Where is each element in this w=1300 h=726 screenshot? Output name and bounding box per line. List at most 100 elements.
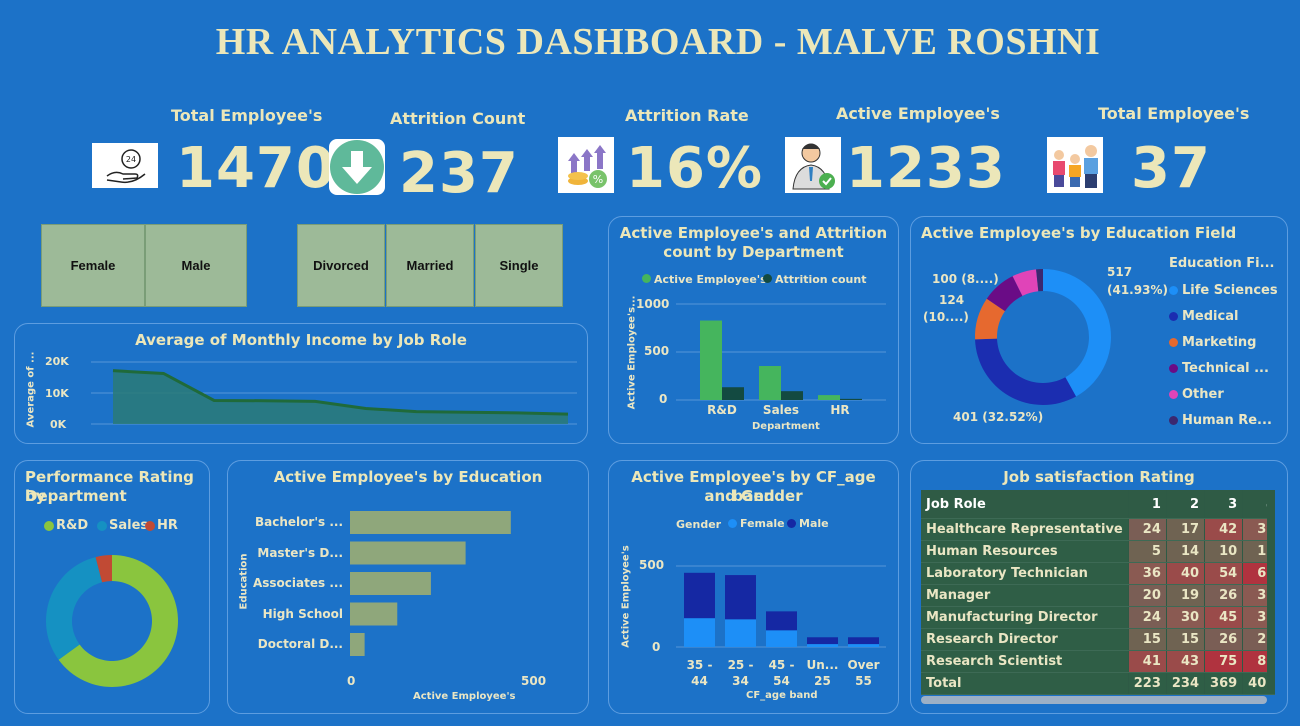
rating-cell: 5 bbox=[1128, 540, 1167, 563]
legend-attrition-dot bbox=[763, 274, 772, 283]
rating-cell: 223 bbox=[1128, 672, 1167, 695]
legend-dot bbox=[1169, 311, 1178, 321]
legend-label: Marketing bbox=[1182, 334, 1257, 350]
legend-active-dot bbox=[642, 274, 651, 283]
education-bar-3 bbox=[350, 602, 398, 626]
dept-category-label: HR bbox=[830, 403, 849, 417]
vertical-scrollbar[interactable] bbox=[1267, 490, 1275, 690]
legend-label: Technical ... bbox=[1182, 360, 1269, 376]
rating-cell: 36 bbox=[1128, 562, 1167, 585]
job-role-cell: Research Director bbox=[921, 628, 1129, 651]
age-bar-female-1 bbox=[725, 619, 756, 647]
dept-bar-active-1 bbox=[759, 366, 781, 400]
education-category-label: Bachelor's ... bbox=[255, 515, 343, 529]
percent-growth-icon: % bbox=[558, 137, 614, 193]
job-role-cell: Research Scientist bbox=[921, 650, 1129, 673]
employee-check-icon bbox=[785, 137, 841, 193]
kpi-label-active-employees: Active Employee's bbox=[836, 104, 1000, 123]
age-bar-female-2 bbox=[766, 630, 797, 647]
horizontal-scrollbar[interactable] bbox=[921, 696, 1267, 704]
legend-active-label: Active Employee's bbox=[654, 273, 767, 286]
age-chart-ylabel: Active Employee's bbox=[620, 545, 632, 648]
education-chart-panel: Active Employee's by Education Education… bbox=[227, 460, 589, 714]
legend-dot bbox=[1169, 389, 1178, 399]
page-title: HR ANALYTICS DASHBOARD - MALVE ROSHNI bbox=[215, 21, 1101, 63]
legend-label: Medical bbox=[1182, 308, 1239, 324]
table-row: Research Scientist414375862 bbox=[921, 650, 1275, 673]
rating-cell: 24 bbox=[1128, 606, 1167, 629]
job-sat-table-wrap: Job Role1234To Healthcare Representative… bbox=[921, 490, 1275, 695]
rating-cell: 15 bbox=[1128, 628, 1167, 651]
age-legend-female: Female bbox=[740, 517, 785, 530]
income-chart-ylabel: Average of ... bbox=[25, 351, 37, 428]
income-ytick-0k: 0K bbox=[50, 418, 67, 431]
down-arrow-icon bbox=[329, 139, 385, 195]
kpi-value-total-employees-2: 37 bbox=[1131, 136, 1211, 201]
edu-field-label-c1: 124 bbox=[939, 293, 965, 307]
rating-cell: 45 bbox=[1204, 606, 1244, 629]
slicer-female[interactable]: Female bbox=[41, 224, 145, 307]
perf-legend-sales-dot bbox=[97, 521, 107, 531]
rating-cell: 40 bbox=[1166, 562, 1206, 585]
education-bar-0 bbox=[350, 511, 511, 534]
age-chart-xlabel: CF_age band bbox=[746, 690, 818, 701]
dept-bar-chart: R&D Sales HR bbox=[676, 303, 886, 417]
rating-cell: 54 bbox=[1204, 562, 1244, 585]
table-row: Healthcare Representative241742391 bbox=[921, 518, 1275, 541]
people-icon bbox=[1047, 137, 1103, 193]
legend-dot bbox=[1169, 415, 1178, 425]
kpi-value-total-employees: 1470 bbox=[176, 136, 336, 201]
slicer-male[interactable]: Male bbox=[145, 224, 247, 307]
edu-field-label-b: 401 (32.52%) bbox=[953, 410, 1044, 424]
rating-cell: 42 bbox=[1204, 518, 1244, 541]
table-total-row: Total22323436940712 bbox=[921, 672, 1275, 695]
legend-dot bbox=[1169, 337, 1178, 347]
legend-label: Life Sciences bbox=[1182, 282, 1278, 298]
age-bar-male-0 bbox=[684, 572, 715, 619]
age-legend-female-dot bbox=[728, 519, 737, 528]
column-header-rating[interactable]: 3 bbox=[1204, 490, 1244, 519]
slicer-single[interactable]: Single bbox=[475, 224, 563, 307]
slicer-married[interactable]: Married bbox=[386, 224, 474, 307]
legend-label: Human Re... bbox=[1182, 412, 1272, 428]
income-ytick-20k: 20K bbox=[45, 355, 69, 368]
rating-cell: 15 bbox=[1166, 628, 1206, 651]
age-category-label: Over 55 bbox=[847, 658, 880, 688]
education-xtick-0: 0 bbox=[347, 674, 356, 688]
rating-cell: 26 bbox=[1204, 628, 1244, 651]
perf-chart-panel: Performance Rating by Department R&D Sal… bbox=[14, 460, 210, 714]
column-header-rating[interactable]: 2 bbox=[1166, 490, 1206, 519]
slicer-divorced[interactable]: Divorced bbox=[297, 224, 385, 307]
age-chart-panel: Active Employee's by CF_age band and Gen… bbox=[608, 460, 899, 714]
legend-dot bbox=[1169, 285, 1178, 295]
dept-chart-title-1: Active Employee's and Attrition bbox=[619, 224, 888, 242]
perf-legend-sales: Sales bbox=[109, 518, 149, 533]
dept-chart-title-2: count by Department bbox=[663, 243, 844, 261]
table-row: Human Resources5141011 bbox=[921, 540, 1275, 563]
age-ytick-500: 500 bbox=[639, 558, 665, 572]
job-role-cell: Total bbox=[921, 672, 1129, 695]
perf-slice-1 bbox=[45, 557, 103, 660]
age-bar-male-3 bbox=[807, 637, 838, 645]
dept-bar-attrition-1 bbox=[781, 391, 803, 400]
rating-cell: 14 bbox=[1166, 540, 1206, 563]
age-bar-male-4 bbox=[848, 637, 879, 645]
svg-text:24: 24 bbox=[126, 155, 136, 164]
column-header-job-role[interactable]: Job Role bbox=[921, 490, 1129, 519]
kpi-label-attrition-count: Attrition Count bbox=[390, 109, 526, 128]
age-category-label: 25 - 34 bbox=[727, 658, 754, 688]
rating-cell: 30 bbox=[1166, 606, 1206, 629]
edu-field-label-a1: 517 bbox=[1107, 265, 1133, 279]
education-chart-title: Active Employee's by Education bbox=[273, 468, 543, 486]
job-role-cell: Human Resources bbox=[921, 540, 1129, 563]
job-role-cell: Manufacturing Director bbox=[921, 606, 1129, 629]
kpi-value-attrition-count: 237 bbox=[399, 141, 519, 206]
column-header-rating[interactable]: 1 bbox=[1128, 490, 1167, 519]
age-legend-title: Gender bbox=[676, 518, 722, 531]
dept-ytick-500: 500 bbox=[644, 344, 670, 358]
education-chart-ylabel: Education bbox=[238, 553, 250, 610]
kpi-label-total-employees-2: Total Employee's bbox=[1098, 104, 1250, 123]
edu-field-legend-item: Medical bbox=[1169, 303, 1287, 329]
edu-field-legend-item: Technical ... bbox=[1169, 355, 1287, 381]
edu-field-slice-1 bbox=[975, 338, 1077, 405]
